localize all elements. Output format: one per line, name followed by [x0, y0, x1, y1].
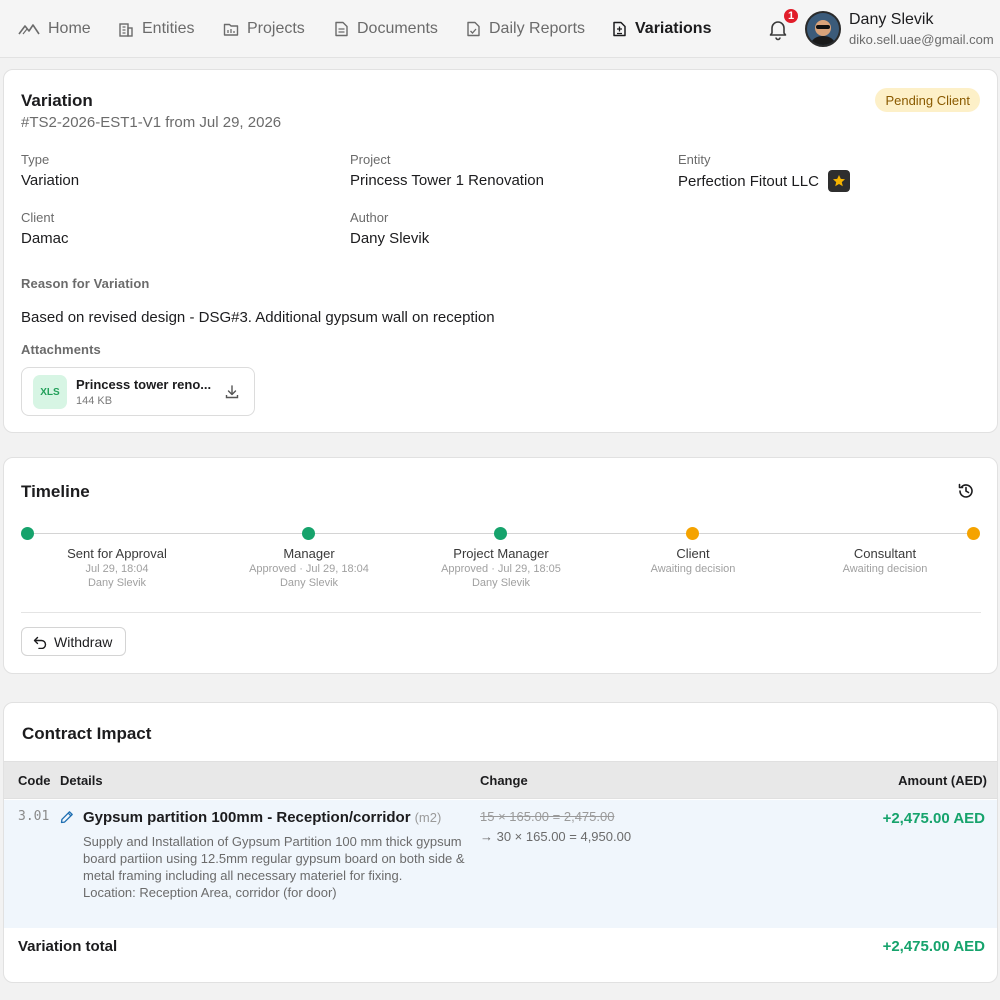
user-name[interactable]: Dany Slevik	[849, 11, 933, 29]
nav-documents[interactable]: Documents	[334, 18, 438, 40]
nav-label: Daily Reports	[489, 20, 586, 37]
attachment-size: 144 KB	[76, 395, 113, 407]
entity-label: Entity	[678, 152, 711, 167]
col-change: Change	[480, 773, 528, 788]
avatar-image	[807, 13, 839, 45]
step-by: Dany Slevik	[279, 577, 339, 589]
timeline-card: Timeline Sent for Approval Jul 29, 18:04…	[3, 457, 998, 674]
step-name: Client	[676, 546, 710, 561]
variation-card: Variation #TS2-2026-EST1-V1 from Jul 29,…	[3, 69, 998, 433]
reason-label: Reason for Variation	[21, 276, 150, 291]
xls-file-icon: XLS	[33, 375, 67, 409]
timeline-step: Sent for Approval Jul 29, 18:04 Dany Sle…	[22, 546, 212, 589]
author-label: Author	[350, 210, 389, 225]
file-check-icon	[467, 21, 480, 37]
item-unit: (m2)	[414, 810, 442, 825]
row-code: 3.01	[18, 809, 50, 824]
document-icon	[335, 21, 348, 37]
nav-label: Entities	[142, 20, 195, 37]
step-name: Sent for Approval	[67, 546, 167, 561]
reason-text: Based on revised design - DSG#3. Additio…	[21, 309, 495, 326]
col-amount: Amount (AED)	[898, 773, 987, 788]
folder-chart-icon	[223, 23, 239, 36]
project-label: Project	[350, 152, 391, 167]
timeline-dot-4	[686, 527, 699, 540]
timeline-step: Consultant Awaiting decision	[790, 546, 980, 575]
contract-impact-card: Contract Impact Code Details Change Amou…	[3, 702, 998, 983]
withdraw-label: Withdraw	[54, 633, 113, 650]
author-value: Dany Slevik	[350, 230, 430, 247]
notification-badge: 1	[782, 7, 800, 25]
timeline-step: Manager Approved · Jul 29, 18:04 Dany Sl…	[214, 546, 404, 589]
timeline-step: Client Awaiting decision	[598, 546, 788, 575]
withdraw-button[interactable]: Withdraw	[21, 627, 126, 656]
step-meta: Approved · Jul 29, 18:04	[249, 563, 369, 575]
divider	[21, 612, 981, 613]
contract-title: Contract Impact	[22, 724, 152, 743]
attachment-name: Princess tower reno...	[76, 377, 212, 392]
table-header: Code Details Change Amount (AED)	[4, 761, 997, 799]
timeline-dot-2	[302, 527, 315, 540]
project-value: Princess Tower 1 Renovation	[350, 172, 544, 189]
type-value: Variation	[21, 172, 80, 189]
top-nav: Home Entities Projects Documents Daily R…	[0, 0, 1000, 58]
item-description: Supply and Installation of Gypsum Partit…	[83, 834, 465, 883]
nav-variations[interactable]: Variations	[612, 18, 711, 40]
change-new: → 30 × 165.00 = 4,950.00	[480, 829, 632, 844]
card-title: Variation	[21, 91, 93, 110]
user-email: diko.sell.uae@gmail.com	[849, 32, 994, 47]
step-name: Consultant	[853, 546, 917, 561]
nav-label: Home	[48, 20, 91, 37]
entity-value: Perfection Fitout LLC	[678, 172, 819, 190]
timeline-title: Timeline	[21, 482, 90, 501]
entity-row: Perfection Fitout LLC	[678, 170, 850, 192]
nav-projects[interactable]: Projects	[223, 18, 305, 40]
step-name: Project Manager	[453, 546, 549, 561]
timeline-step: Project Manager Approved · Jul 29, 18:05…	[406, 546, 596, 589]
attachments-label: Attachments	[21, 342, 101, 357]
step-meta: Jul 29, 18:04	[85, 563, 149, 575]
timeline-dot-5	[967, 527, 980, 540]
col-details: Details	[60, 773, 103, 788]
file-diff-icon	[613, 21, 626, 37]
item-title: Gypsum partition 100mm - Reception/corri…	[83, 809, 411, 826]
client-label: Client	[21, 210, 55, 225]
step-meta: Awaiting decision	[842, 563, 928, 575]
timeline-dot-3	[494, 527, 507, 540]
avatar[interactable]	[805, 11, 841, 47]
star-icon	[827, 170, 850, 192]
total-label: Variation total	[18, 938, 118, 955]
step-meta: Approved · Jul 29, 18:05	[441, 563, 561, 575]
client-value: Damac	[21, 230, 69, 247]
download-icon[interactable]	[224, 384, 240, 400]
nav-daily-reports[interactable]: Daily Reports	[466, 18, 585, 40]
logo-icon	[18, 24, 40, 35]
pencil-icon[interactable]	[60, 810, 74, 824]
item-title-row: Gypsum partition 100mm - Reception/corri…	[83, 809, 441, 826]
nav-home[interactable]: Home	[18, 18, 91, 40]
step-meta: Awaiting decision	[650, 563, 736, 575]
step-name: Manager	[283, 546, 335, 561]
item-location: Location: Reception Area, corridor (for …	[83, 885, 337, 900]
history-icon[interactable]	[957, 482, 975, 500]
row-amount: +2,475.00 AED	[882, 810, 985, 827]
status-badge: Pending Client	[875, 88, 980, 112]
change-old: 15 × 165.00 = 2,475.00	[480, 809, 615, 824]
variation-subtitle: #TS2-2026-EST1-V1 from Jul 29, 2026	[21, 114, 282, 131]
step-by: Dany Slevik	[87, 577, 147, 589]
timeline-dot-1	[21, 527, 34, 540]
total-value: +2,475.00 AED	[882, 938, 985, 955]
attachment-item[interactable]: XLS Princess tower reno... 144 KB	[21, 367, 255, 416]
nav-entities[interactable]: Entities	[118, 18, 194, 40]
item-description-block: Supply and Installation of Gypsum Partit…	[83, 833, 468, 901]
nav-label: Projects	[247, 20, 305, 37]
building-icon	[119, 23, 133, 37]
nav-label: Variations	[635, 20, 712, 37]
undo-icon	[33, 636, 47, 649]
type-label: Type	[21, 152, 50, 167]
col-code: Code	[18, 773, 51, 788]
step-by: Dany Slevik	[471, 577, 531, 589]
nav-label: Documents	[357, 20, 438, 37]
